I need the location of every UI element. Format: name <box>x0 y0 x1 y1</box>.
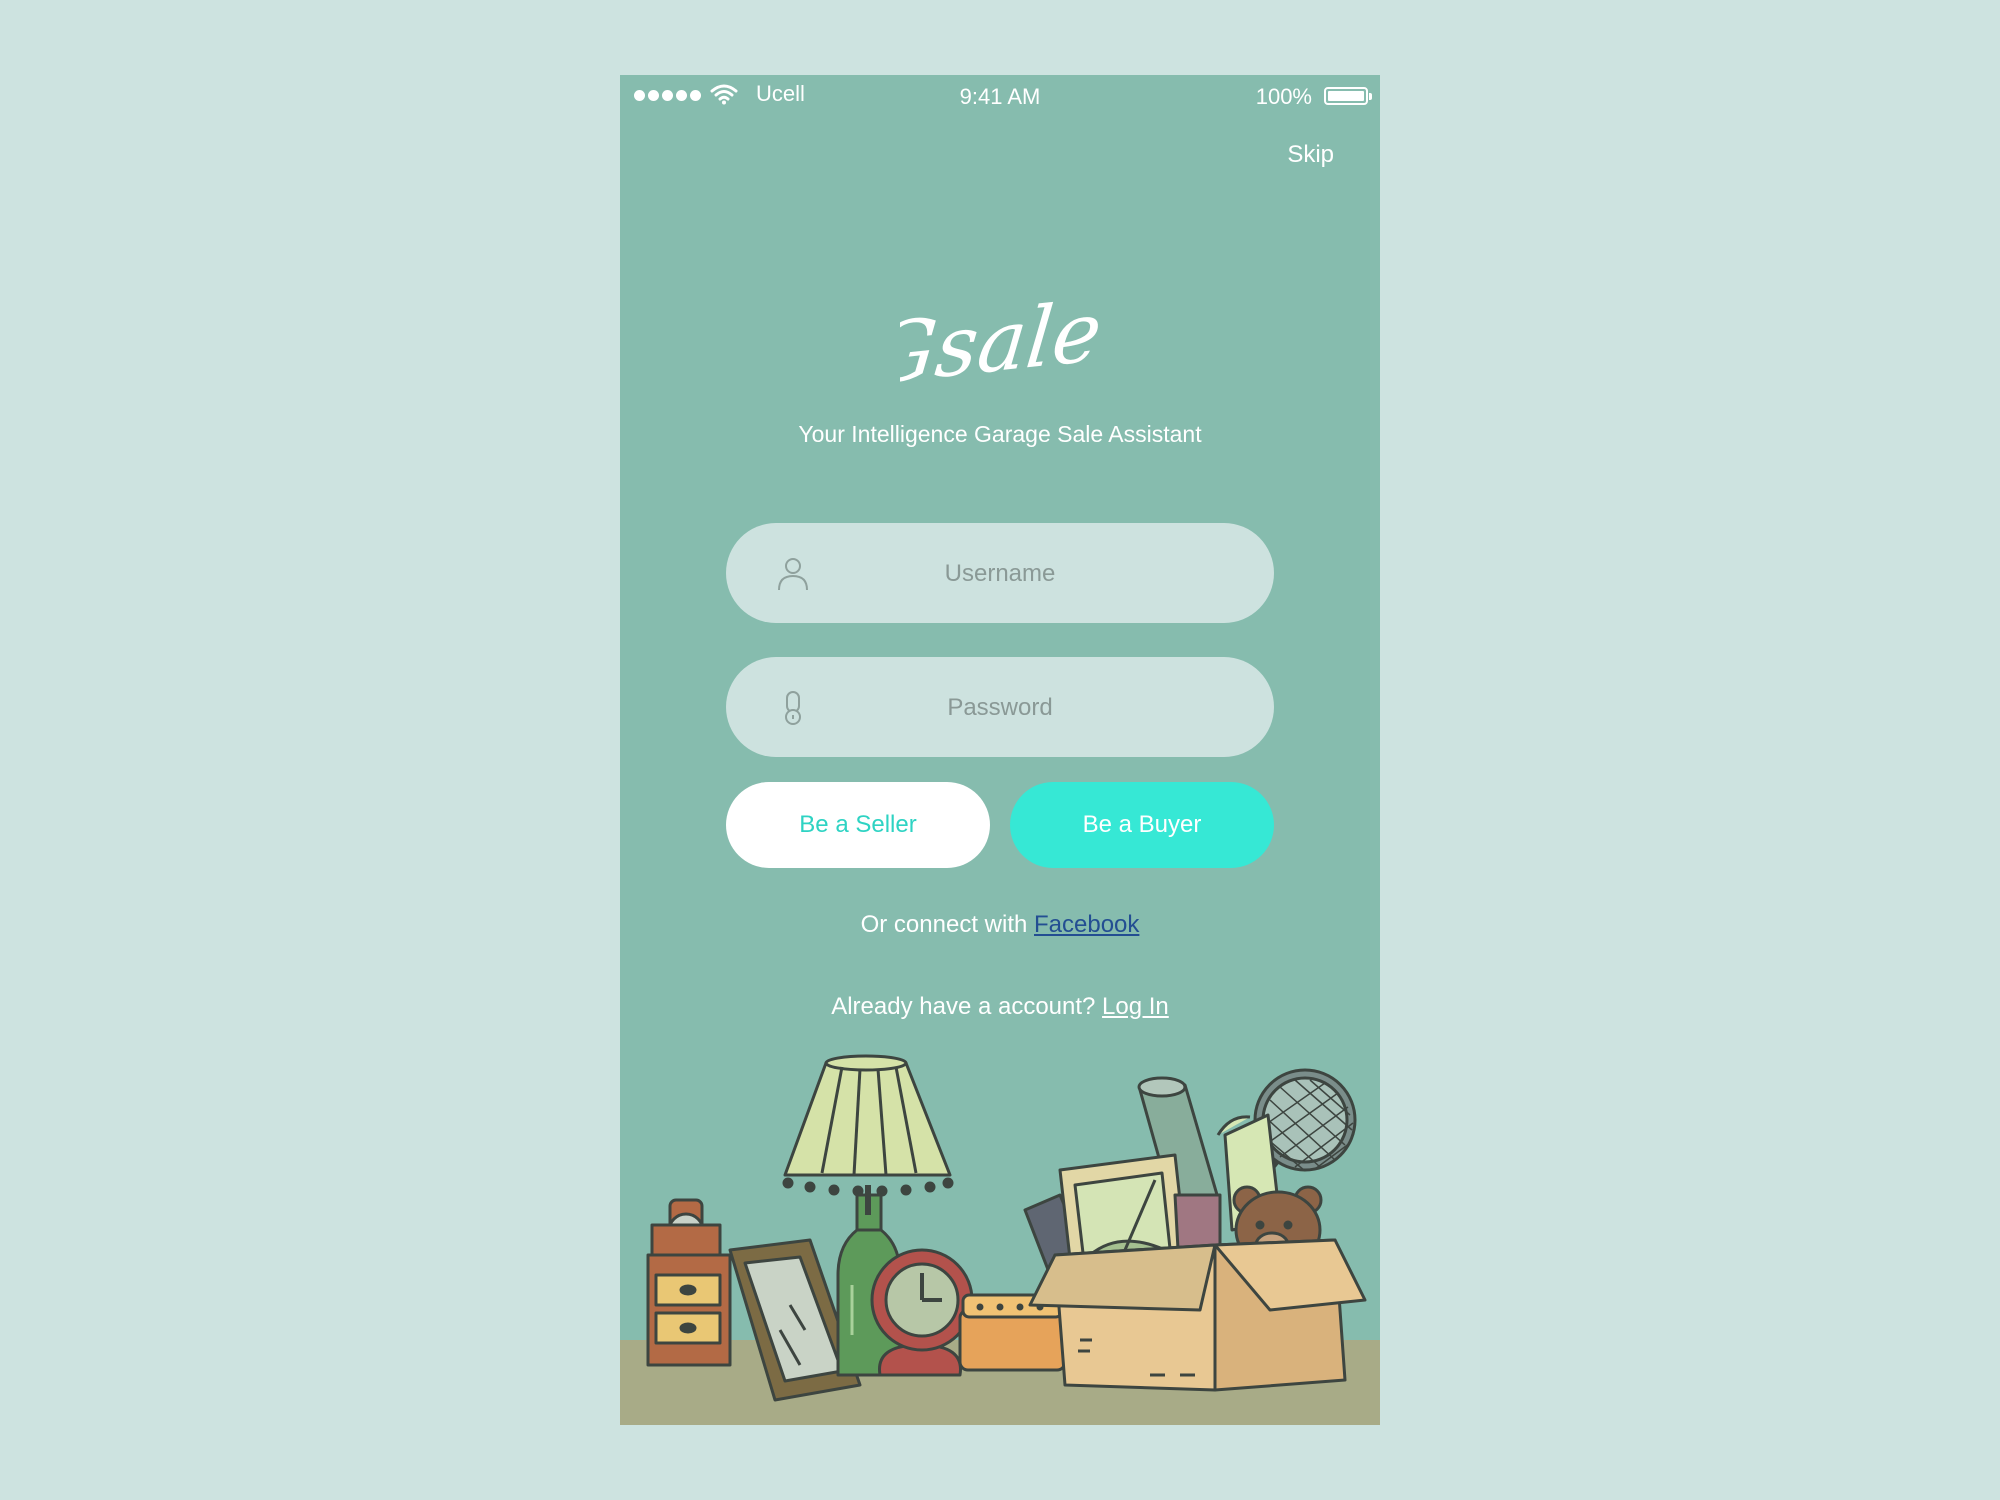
lamp-illustration <box>782 1054 954 1215</box>
password-field[interactable] <box>726 657 1274 759</box>
login-prompt: Already have a account? Log In <box>620 993 1380 1021</box>
drawer-cabinet-illustration <box>646 1198 732 1367</box>
lock-icon <box>785 691 801 725</box>
social-connect-text: Or connect with Facebook <box>620 911 1380 939</box>
be-a-buyer-button[interactable]: Be a Buyer <box>1010 782 1274 868</box>
facebook-link[interactable]: Facebook <box>1034 911 1139 938</box>
login-prefix: Already have a account? <box>831 993 1103 1020</box>
skip-button[interactable]: Skip <box>1287 141 1334 169</box>
clock-illustration <box>870 1248 974 1377</box>
log-in-link[interactable]: Log In <box>1102 993 1169 1020</box>
status-bar: Ucell 9:41 AM 100% <box>620 75 1380 125</box>
app-logo-text: Gsale <box>900 282 1100 404</box>
be-a-seller-button[interactable]: Be a Seller <box>726 782 990 868</box>
tagline: Your Intelligence Garage Sale Assistant <box>798 421 1202 447</box>
cardboard-box-illustration <box>1028 1238 1367 1392</box>
battery-percentage: 100% <box>1255 84 1312 109</box>
battery-icon <box>1324 87 1372 105</box>
phone-screen: Ucell 9:41 AM 100% Skip Gsale Your Intel… <box>620 75 1380 1425</box>
username-field[interactable] <box>726 523 1274 625</box>
password-input[interactable] <box>826 657 1174 759</box>
connect-prefix: Or connect with <box>860 911 1034 938</box>
app-logo: Gsale <box>620 280 1380 410</box>
user-icon <box>778 558 808 591</box>
garage-sale-illustration <box>620 1054 1380 1425</box>
username-input[interactable] <box>826 523 1174 625</box>
